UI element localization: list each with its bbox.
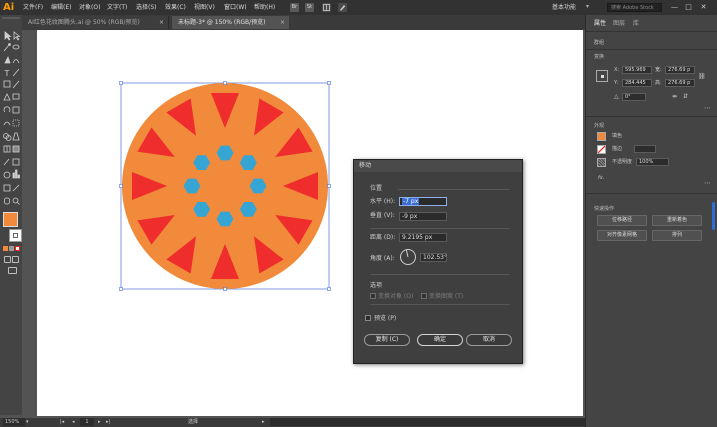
opacity-field[interactable]: 100% bbox=[636, 158, 669, 166]
horizontal-value: -7 px bbox=[402, 198, 420, 205]
artboard-number-field[interactable]: 1 bbox=[80, 418, 94, 426]
angle-label: 角度 (A): bbox=[370, 255, 395, 262]
ok-button[interactable]: 确定 bbox=[417, 334, 463, 346]
opacity-icon bbox=[597, 158, 606, 167]
copy-button[interactable]: 复制 (C) bbox=[364, 334, 410, 346]
fx-icon[interactable]: fx. bbox=[598, 174, 604, 182]
transform-section-title: 变换 bbox=[594, 54, 605, 60]
divider bbox=[370, 274, 510, 275]
stroke-weight-field[interactable] bbox=[634, 145, 656, 153]
x-field[interactable]: 595.969 bbox=[622, 66, 652, 74]
tab-libraries[interactable]: 库 bbox=[633, 19, 639, 29]
x-label: X: bbox=[614, 67, 620, 73]
resize-handle[interactable] bbox=[223, 287, 227, 291]
distance-input[interactable]: 9.2195 px bbox=[399, 233, 447, 242]
next-artboard-icon[interactable]: ▸ bbox=[98, 418, 101, 427]
preview-label: 预览 (P) bbox=[374, 315, 397, 322]
current-tool-label: 选择 bbox=[188, 419, 199, 425]
width-label: 宽: bbox=[655, 67, 662, 73]
opacity-label: 不透明度 bbox=[612, 159, 633, 165]
panel-divider bbox=[586, 49, 717, 50]
horizontal-input[interactable]: -7 px bbox=[399, 197, 447, 206]
y-field[interactable]: 284.445 bbox=[622, 79, 652, 87]
close-button[interactable]: ✕ bbox=[699, 2, 708, 12]
reference-point-icon[interactable] bbox=[596, 70, 608, 82]
panel-divider bbox=[586, 116, 717, 117]
transform-patterns-checkbox[interactable] bbox=[421, 293, 427, 299]
arrange-button[interactable]: 排列 bbox=[652, 230, 702, 241]
first-artboard-icon[interactable]: |◂ bbox=[60, 418, 64, 427]
offset-path-button[interactable]: 位移路径 bbox=[597, 215, 647, 226]
options-section-title: 选项 bbox=[370, 282, 383, 289]
transform-objects-label: 变换对象 (O) bbox=[378, 293, 414, 300]
tab-layers[interactable]: 图层 bbox=[613, 19, 625, 29]
last-artboard-icon[interactable]: ▸| bbox=[106, 418, 110, 427]
prev-artboard-icon[interactable]: ◂ bbox=[72, 418, 75, 427]
rotation-field[interactable]: 0° bbox=[622, 93, 646, 101]
workspace-chevron-icon[interactable]: ▾ bbox=[586, 3, 589, 10]
more-options-icon[interactable]: ⋯ bbox=[704, 104, 711, 112]
vertical-input[interactable]: -9 px bbox=[399, 212, 447, 221]
resize-handle[interactable] bbox=[327, 184, 331, 188]
fill-label: 填色 bbox=[612, 133, 623, 139]
status-bar: 150% ▾ |◂ ◂ 1 ▸ ▸| 选择 ▸ bbox=[0, 418, 650, 427]
resize-handle[interactable] bbox=[119, 81, 123, 85]
selection-type-label: 群组 bbox=[594, 40, 605, 46]
flip-vertical-icon[interactable]: ⇵ bbox=[683, 93, 688, 100]
maximize-button[interactable]: □ bbox=[684, 2, 693, 12]
resize-handle[interactable] bbox=[327, 81, 331, 85]
appearance-more-icon[interactable]: ⋯ bbox=[704, 179, 711, 187]
resize-handle[interactable] bbox=[119, 184, 123, 188]
properties-panel: 属性 图层 库 群组 变换 X: 595.969 宽: 276.69 p Y: … bbox=[585, 15, 717, 427]
distance-label: 距离 (D): bbox=[370, 234, 396, 241]
dialog-title[interactable]: 移动 bbox=[354, 160, 522, 172]
cancel-button[interactable]: 取消 bbox=[466, 334, 512, 346]
angle-dial-icon[interactable] bbox=[399, 248, 417, 266]
transform-objects-checkbox[interactable] bbox=[370, 293, 376, 299]
appearance-section-title: 外观 bbox=[594, 123, 605, 129]
horizontal-label: 水平 (H): bbox=[370, 198, 396, 205]
angle-input[interactable]: 102.53° bbox=[420, 253, 447, 262]
y-label: Y: bbox=[614, 80, 619, 86]
stroke-color-swatch[interactable] bbox=[597, 145, 606, 154]
zoom-dropdown-icon[interactable]: ▾ bbox=[26, 418, 29, 427]
move-dialog: 移动 位置 水平 (H): -7 px 垂直 (V): -9 px 距离 (D)… bbox=[353, 159, 523, 364]
tab-properties[interactable]: 属性 bbox=[594, 19, 606, 29]
flip-horizontal-icon[interactable]: ⇹ bbox=[672, 93, 677, 100]
divider bbox=[370, 304, 510, 305]
position-section-title: 位置 bbox=[370, 185, 383, 192]
quick-actions-title: 快速操作 bbox=[594, 206, 615, 212]
recolor-button[interactable]: 重新着色 bbox=[652, 215, 702, 226]
divider bbox=[370, 228, 510, 229]
constrain-proportions-icon[interactable]: ⛓ bbox=[698, 73, 706, 80]
fill-color-swatch[interactable] bbox=[597, 132, 606, 141]
resize-handle[interactable] bbox=[119, 287, 123, 291]
rotate-icon: △ bbox=[614, 93, 619, 100]
resize-handle[interactable] bbox=[223, 81, 227, 85]
status-menu-icon[interactable]: ▸ bbox=[262, 418, 265, 427]
preview-checkbox[interactable] bbox=[365, 315, 371, 321]
height-field[interactable]: 276.69 p bbox=[665, 79, 695, 87]
stroke-label: 描边 bbox=[612, 146, 623, 152]
resize-handle[interactable] bbox=[327, 287, 331, 291]
height-label: 高: bbox=[655, 80, 662, 86]
panel-divider bbox=[586, 193, 717, 194]
minimize-button[interactable]: — bbox=[670, 2, 679, 12]
section-rule bbox=[398, 189, 510, 190]
zoom-field[interactable]: 150% bbox=[3, 418, 25, 426]
panel-scrollbar[interactable] bbox=[712, 202, 715, 230]
width-field[interactable]: 276.69 p bbox=[665, 66, 695, 74]
vertical-label: 垂直 (V): bbox=[370, 212, 395, 219]
stock-search-input[interactable]: 搜索 Adobe Stock bbox=[607, 3, 662, 12]
transform-patterns-label: 变换图案 (T) bbox=[429, 293, 464, 300]
panel-divider bbox=[586, 31, 717, 32]
align-pixel-grid-button[interactable]: 对齐像素网格 bbox=[597, 230, 647, 241]
